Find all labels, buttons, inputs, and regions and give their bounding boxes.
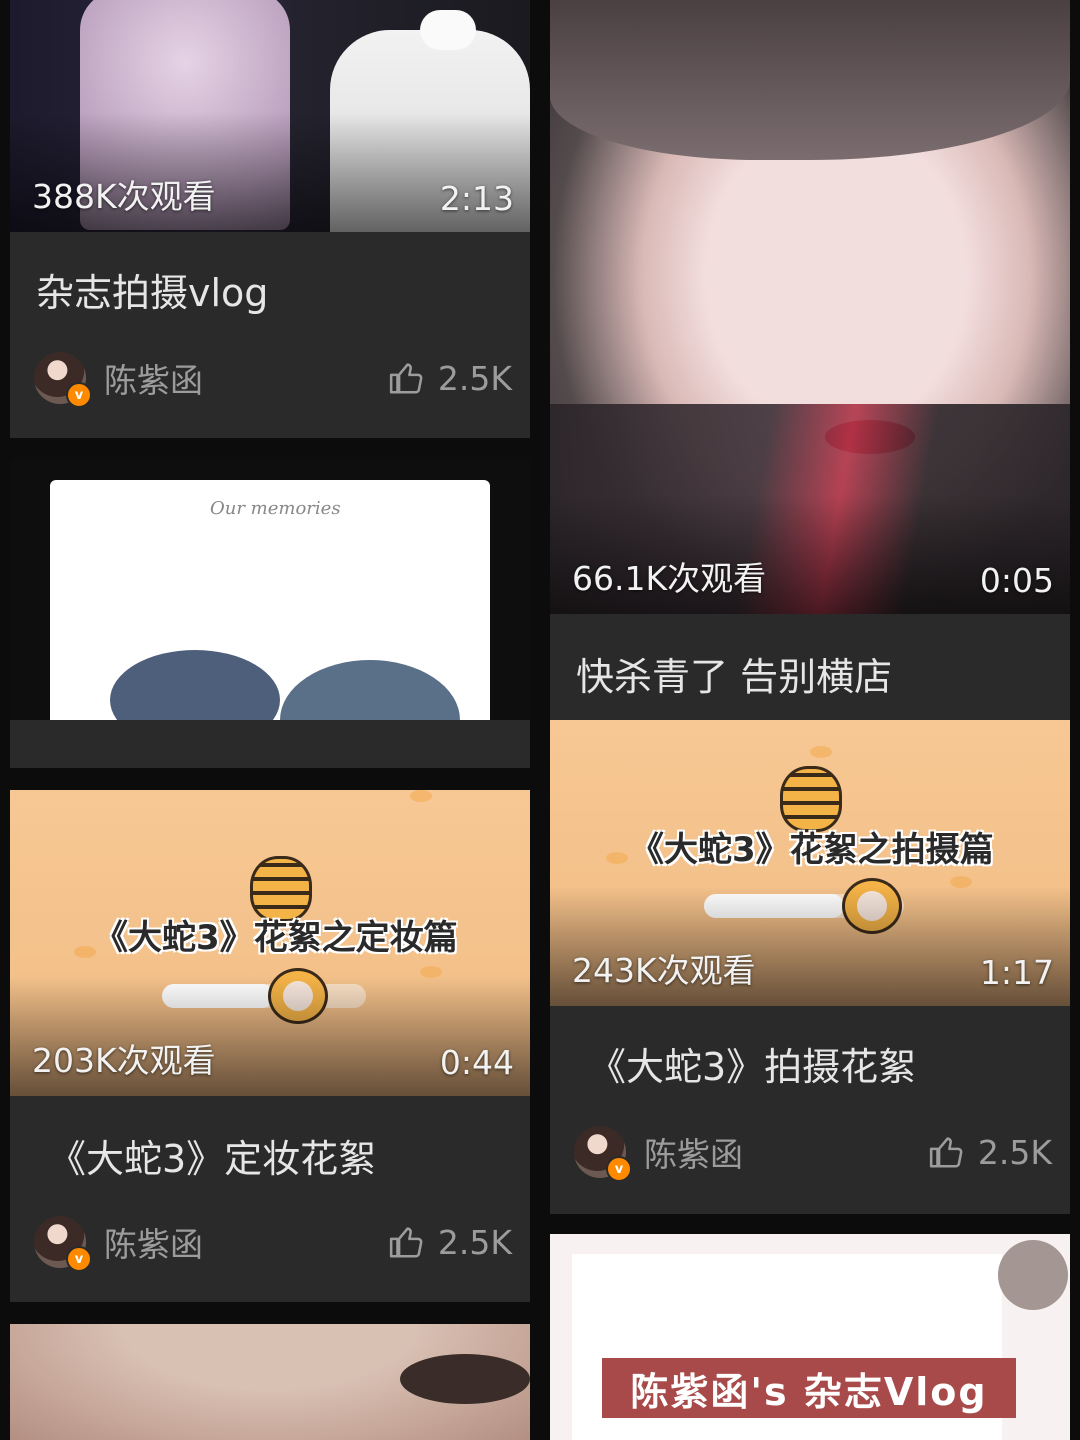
video-title[interactable]: 杂志拍摄vlog xyxy=(36,262,268,317)
like-count: 2.5K xyxy=(437,1222,512,1262)
video-card-4[interactable] xyxy=(10,1324,530,1440)
like-count: 2.5K xyxy=(437,358,512,398)
decor-dot xyxy=(74,946,96,958)
video-duration: 2:13 xyxy=(439,179,514,218)
verified-badge-icon: v xyxy=(606,1156,632,1182)
like-button[interactable]: 2.5K xyxy=(928,1133,1052,1172)
author-row: v 陈紫函 2.5K xyxy=(574,1124,1052,1182)
avatar[interactable]: v xyxy=(34,1216,92,1272)
author-name[interactable]: 陈紫函 xyxy=(104,354,203,402)
view-count: 388K次观看 xyxy=(32,177,216,216)
thumbnail-text: Our memories xyxy=(210,498,341,519)
thumbnail-title-art: 《大蛇3》花絮之拍摄篇 xyxy=(630,830,994,870)
video-card-3[interactable]: 《大蛇3》花絮之定妆篇 203K次观看 0:44 《大蛇3》定妆花絮 v 陈紫函… xyxy=(10,790,530,1302)
thumbnail-banner: 陈紫函's 杂志Vlog xyxy=(602,1358,1016,1418)
like-button[interactable]: 2.5K xyxy=(388,359,512,398)
avatar[interactable]: v xyxy=(34,352,92,408)
thumbnail-figure xyxy=(420,10,476,50)
video-card-1[interactable]: 388K次观看 2:13 杂志拍摄vlog v 陈紫函 2.5K xyxy=(10,0,530,438)
video-thumbnail[interactable]: 陈紫函's 杂志Vlog xyxy=(550,1234,1070,1440)
video-card-7[interactable]: 陈紫函's 杂志Vlog xyxy=(550,1234,1070,1440)
video-thumbnail[interactable]: 388K次观看 2:13 xyxy=(10,0,530,232)
thumbnail-figure xyxy=(400,1354,530,1404)
decor-dot xyxy=(810,746,832,758)
thumbs-up-icon xyxy=(929,1137,963,1168)
video-thumbnail[interactable]: 66.1K次观看 0:05 xyxy=(550,0,1070,614)
thumbs-up-icon xyxy=(389,1227,423,1258)
video-title[interactable]: 《大蛇3》定妆花絮 xyxy=(48,1128,376,1183)
video-card-2[interactable]: Our memories xyxy=(10,460,530,768)
video-title[interactable]: 《大蛇3》拍摄花絮 xyxy=(588,1036,916,1091)
video-title[interactable]: 快杀青了 告别横店 xyxy=(576,646,892,701)
like-button[interactable]: 2.5K xyxy=(388,1223,512,1262)
verified-badge-icon: v xyxy=(66,382,92,408)
author-name[interactable]: 陈紫函 xyxy=(104,1218,203,1266)
thumbnail-banner-text: 陈紫函's 杂志Vlog xyxy=(630,1369,988,1414)
view-count: 243K次观看 xyxy=(572,951,756,990)
avatar[interactable]: v xyxy=(574,1126,632,1182)
view-count: 66.1K次观看 xyxy=(572,559,767,598)
video-card-6[interactable]: 《大蛇3》花絮之拍摄篇 243K次观看 1:17 《大蛇3》拍摄花絮 v 陈紫函… xyxy=(550,720,1070,1214)
view-count: 203K次观看 xyxy=(32,1041,216,1080)
video-thumbnail[interactable]: 《大蛇3》花絮之定妆篇 203K次观看 0:44 xyxy=(10,790,530,1096)
author-name[interactable]: 陈紫函 xyxy=(644,1128,743,1176)
like-count: 2.5K xyxy=(977,1132,1052,1172)
video-card-5[interactable]: 66.1K次观看 0:05 快杀青了 告别横店 xyxy=(550,0,1070,720)
video-thumbnail[interactable]: Our memories xyxy=(10,460,530,720)
thumbnail-figure xyxy=(550,0,1070,160)
verified-badge-icon: v xyxy=(66,1246,92,1272)
decor-dot xyxy=(606,852,628,864)
decor-dot xyxy=(410,790,432,802)
video-thumbnail[interactable] xyxy=(10,1324,530,1440)
video-duration: 0:44 xyxy=(439,1043,514,1082)
author-row: v 陈紫函 2.5K xyxy=(34,350,512,408)
thumbs-up-icon xyxy=(389,363,423,394)
thumbnail-figure xyxy=(998,1240,1068,1310)
video-duration: 0:05 xyxy=(979,561,1054,600)
video-duration: 1:17 xyxy=(979,953,1054,992)
thumbnail-title-art: 《大蛇3》花絮之定妆篇 xyxy=(94,918,458,958)
author-row: v 陈紫函 2.5K xyxy=(34,1214,512,1272)
video-thumbnail[interactable]: 《大蛇3》花絮之拍摄篇 243K次观看 1:17 xyxy=(550,720,1070,1006)
